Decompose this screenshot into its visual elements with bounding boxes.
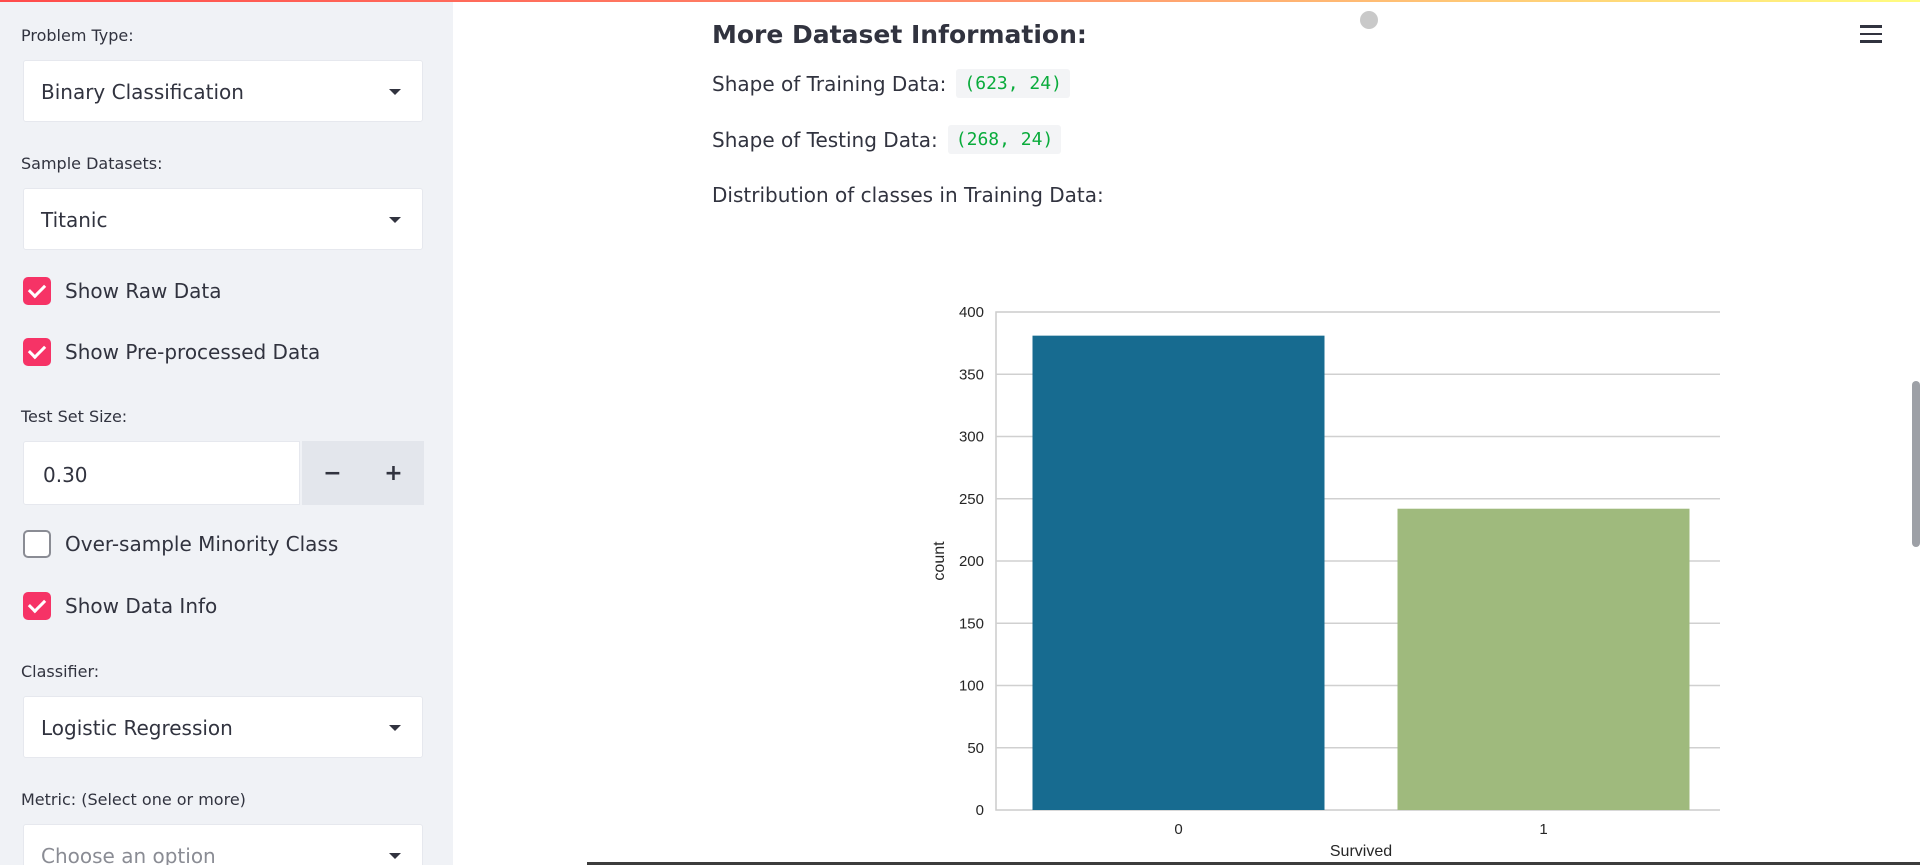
metric-placeholder: Choose an option [41,844,216,865]
x-axis-label: Survived [1330,843,1392,860]
y-tick-label: 250 [959,491,984,508]
y-tick-label: 0 [976,802,984,819]
y-tick-label: 300 [959,429,984,446]
testing-shape-label: Shape of Testing Data: [712,127,938,152]
show-data-info-label: Show Data Info [65,594,218,618]
classifier-select[interactable]: Logistic Regression [23,696,423,758]
checkbox-checked-icon[interactable] [23,277,51,305]
test-set-size-input[interactable]: 0.30 [23,441,300,505]
y-tick-label: 50 [967,740,984,757]
classifier-value: Logistic Regression [41,716,233,740]
bar-1 [1397,508,1690,810]
top-decoration-bar [0,0,1920,2]
testing-shape-row: Shape of Testing Data: (268, 24) [712,125,1062,154]
distribution-label-text: Distribution of classes in Training Data… [712,183,1104,207]
bar-0 [1032,335,1325,810]
running-status-icon [1360,11,1378,29]
scrollbar-thumb[interactable] [1912,381,1920,547]
test-set-size-stepper: 0.30 − + [23,441,424,505]
y-axis-label: count [931,541,948,581]
training-shape-label: Shape of Training Data: [712,71,947,96]
oversample-minority-class-label: Over-sample Minority Class [65,532,339,556]
sample-datasets-value: Titanic [41,208,108,232]
page-heading: More Dataset Information: [712,20,1087,49]
metric-label: Metric: (Select one or more) [21,790,246,809]
oversample-minority-class-checkbox[interactable]: Over-sample Minority Class [23,529,338,559]
sample-datasets-select[interactable]: Titanic [23,188,423,250]
show-raw-data-label: Show Raw Data [65,279,222,303]
x-tick-label: 1 [1539,821,1547,838]
checkbox-unchecked-icon[interactable] [23,530,51,558]
checkbox-checked-icon[interactable] [23,592,51,620]
show-preprocessed-data-checkbox[interactable]: Show Pre-processed Data [23,337,320,367]
y-tick-label: 100 [959,678,984,695]
distribution-label: Distribution of classes in Training Data… [712,183,1104,207]
chevron-down-icon [389,853,401,859]
classifier-label: Classifier: [21,662,100,681]
y-tick-label: 200 [959,553,984,570]
checkbox-checked-icon[interactable] [23,338,51,366]
metric-multiselect[interactable]: Choose an option [23,824,423,865]
test-set-size-label: Test Set Size: [21,407,128,426]
test-set-size-value: 0.30 [43,463,88,487]
class-distribution-chart: 0 50 100 150 200 250 300 350 400 0 1 Survived count [931,304,1720,860]
training-shape-value: (623, 24) [956,69,1070,98]
show-raw-data-checkbox[interactable]: Show Raw Data [23,276,222,306]
y-tick-label: 350 [959,366,984,383]
sidebar: Problem Type: Binary Classification Samp… [0,0,453,865]
hamburger-menu-icon[interactable] [1860,25,1882,43]
decrement-button[interactable]: − [302,441,363,505]
sample-datasets-label: Sample Datasets: [21,154,163,173]
chevron-down-icon [389,89,401,95]
problem-type-value: Binary Classification [41,80,244,104]
problem-type-select[interactable]: Binary Classification [23,60,423,122]
main-content: More Dataset Information: Shape of Train… [453,0,1920,865]
y-tick-label: 400 [959,304,984,321]
y-tick-label: 150 [959,615,984,632]
problem-type-label: Problem Type: [21,26,134,45]
chevron-down-icon [389,725,401,731]
increment-button[interactable]: + [363,441,424,505]
x-tick-label: 0 [1174,821,1182,838]
chevron-down-icon [389,217,401,223]
show-data-info-checkbox[interactable]: Show Data Info [23,591,217,621]
testing-shape-value: (268, 24) [947,125,1062,154]
training-shape-row: Shape of Training Data: (623, 24) [712,69,1070,98]
show-preprocessed-data-label: Show Pre-processed Data [65,340,321,364]
